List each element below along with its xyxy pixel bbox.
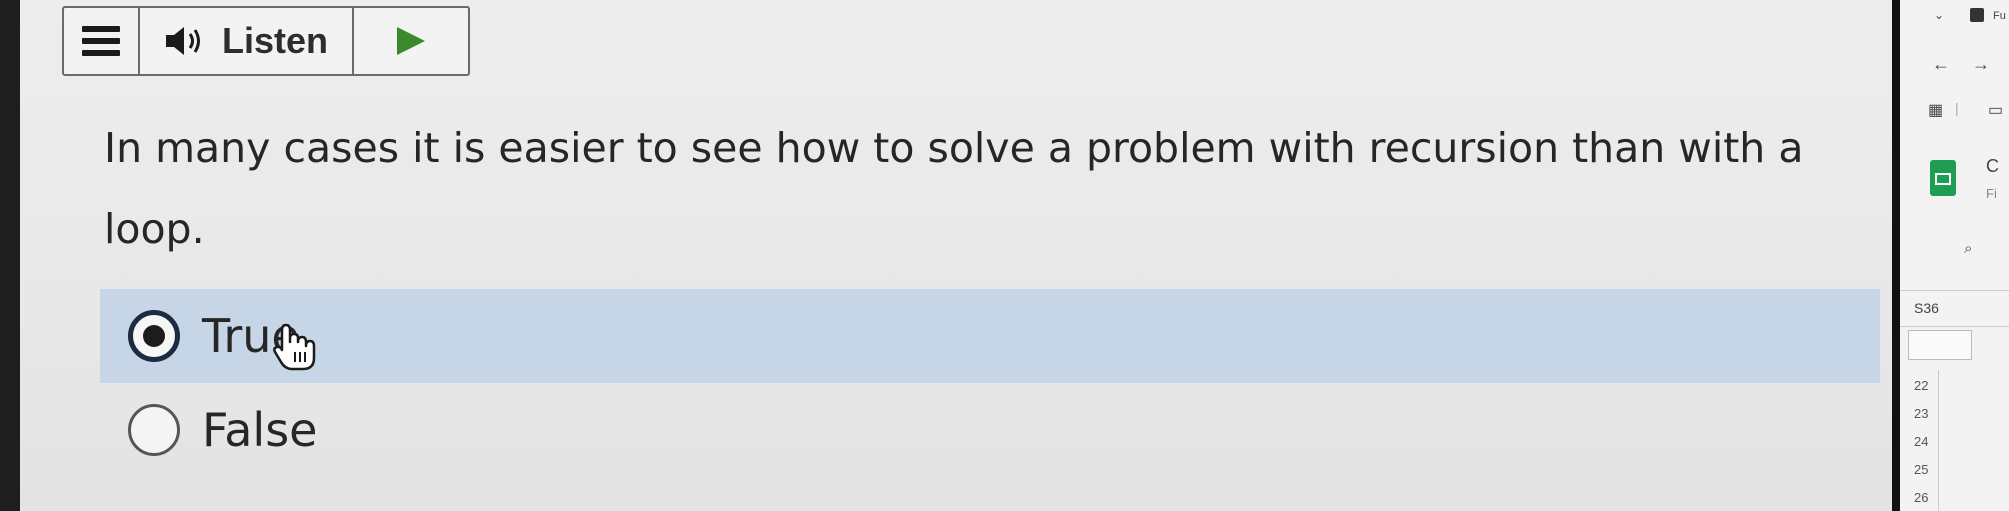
row-number: 23 [1914,406,1929,421]
apps-grid-icon[interactable]: ▦ [1928,100,1943,120]
forward-arrow-icon[interactable]: → [1972,54,1990,75]
menu-text: Fi [1986,186,1997,201]
chevron-down-icon[interactable]: ⌄ [1934,8,1944,22]
hamburger-menu-icon [82,26,120,56]
option-label-false: False [202,403,318,457]
grid-line [1938,370,1939,511]
doc-title-letter: C [1986,156,1999,176]
answer-option-false[interactable]: False [100,383,1880,477]
divider [1900,326,2009,327]
hand-cursor-icon [273,323,316,371]
sheets-icon[interactable] [1930,160,1956,196]
cell-grid-header [1908,330,1972,360]
play-button[interactable] [354,8,468,74]
listen-toolbar: Listen [62,6,470,76]
tab-text: Fu [1993,10,2006,22]
quiz-page: Listen In many cases it is easier to see… [20,0,1892,511]
play-triangle-icon [397,27,425,55]
answer-option-true[interactable]: True [100,289,1880,383]
cell-reference: S36 [1914,300,1939,316]
listen-label: Listen [221,20,328,61]
tab-icon [1970,8,1984,22]
question-text: In many cases it is easier to see how to… [104,124,1804,253]
row-number: 22 [1914,378,1929,393]
radio-false[interactable] [128,404,180,456]
row-number: 25 [1914,462,1929,477]
row-number: 26 [1914,490,1929,505]
divider: | [1955,100,1959,116]
back-arrow-icon[interactable]: ← [1932,54,1950,75]
row-number: 24 [1914,434,1929,449]
radio-true[interactable] [128,310,180,362]
divider [1900,290,2009,291]
search-icon[interactable]: ⌕ [1964,240,1972,257]
menu-button[interactable] [64,8,140,74]
listen-button[interactable]: Listen [140,8,354,74]
background-spreadsheet-window: ⌄ Fu ← → ▦ | ▭ C Fi ⌕ S36 22 23 24 25 26 [1892,0,2009,511]
folder-icon[interactable]: ▭ [1988,100,2003,120]
speaker-icon [165,27,200,55]
